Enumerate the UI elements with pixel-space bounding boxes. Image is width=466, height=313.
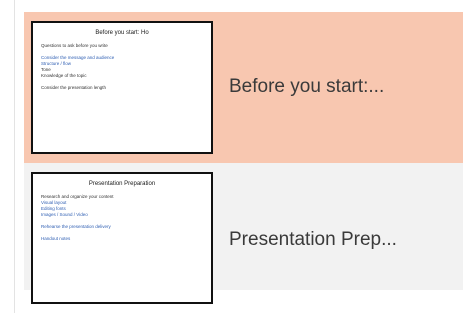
slide-thumbnail-2[interactable]: Presentation Preparation Research and or…: [31, 172, 213, 304]
thumbnail-bullet: Knowledge of the topic: [41, 73, 87, 78]
slide-row-2[interactable]: Presentation Preparation Research and or…: [24, 163, 463, 304]
thumbnail-title: Before you start: Ho: [95, 30, 149, 36]
slide-thumbnail-pane: Before you start: Ho Questions to ask be…: [0, 0, 466, 313]
slide-thumbnail-1[interactable]: Before you start: Ho Questions to ask be…: [31, 21, 213, 154]
slide-title-label-2: Presentation Prep...: [229, 229, 397, 250]
thumbnail-bullet: Handout notes: [41, 236, 71, 241]
thumbnail-bullet: Images / Sound / Video: [41, 212, 88, 217]
thumbnail-bullet: Rehearse the presentation delivery: [41, 224, 111, 229]
thumbnail-bullets: Research and organize your content Visua…: [41, 194, 205, 242]
slide-title-label-1: Before you start:...: [229, 76, 385, 97]
slide-row-1[interactable]: Before you start: Ho Questions to ask be…: [24, 12, 463, 163]
thumbnail-bullet: Consider the presentation length: [41, 85, 107, 90]
pane-left-edge: [0, 0, 15, 313]
thumbnail-bullets: Questions to ask before you write Consid…: [41, 43, 205, 91]
thumbnail-title: Presentation Preparation: [88, 181, 156, 187]
thumbnail-bullet: Questions to ask before you write: [41, 43, 108, 48]
